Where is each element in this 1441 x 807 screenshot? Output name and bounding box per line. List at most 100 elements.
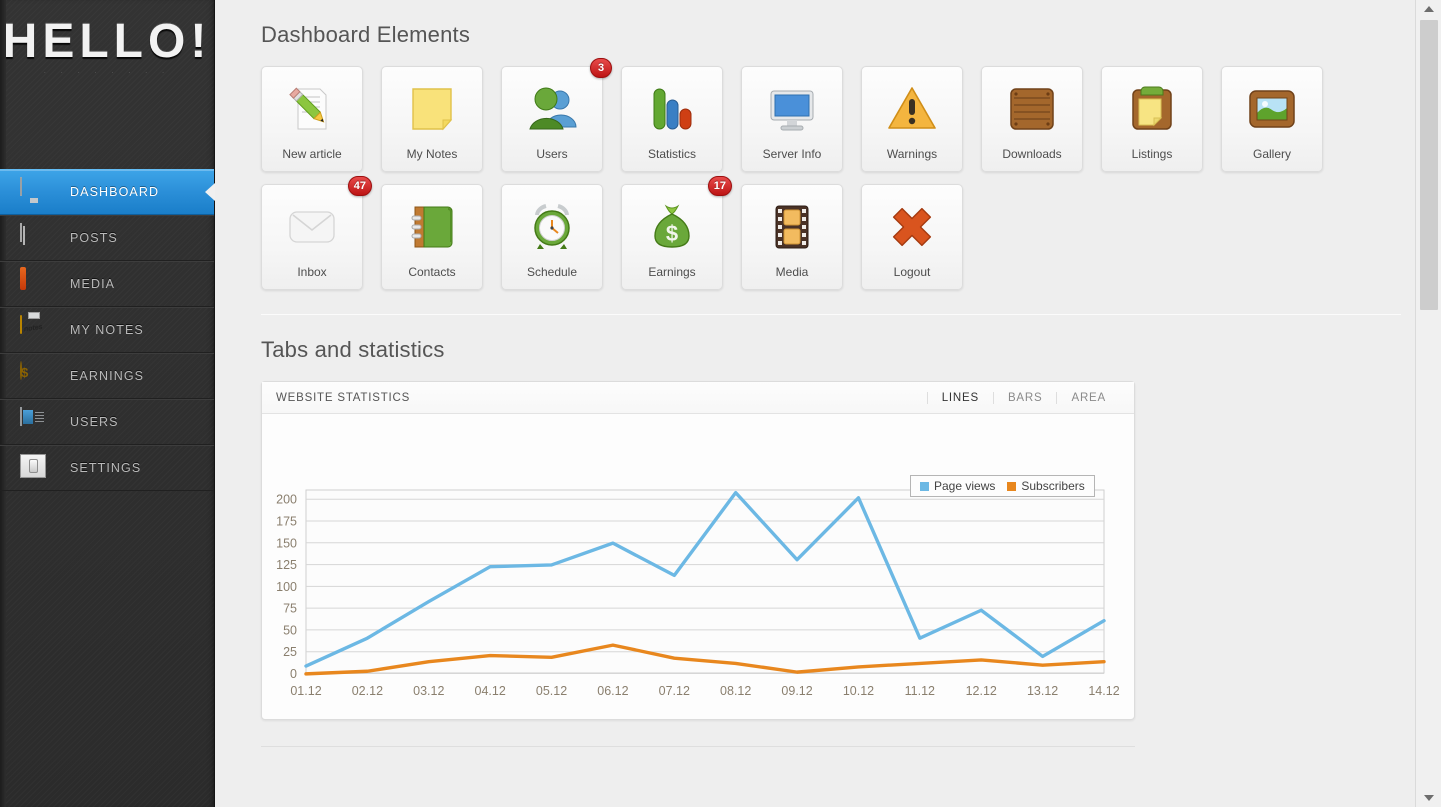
- tile-label: Statistics: [647, 147, 696, 161]
- sidebar-nav: DASHBOARD POSTS MEDIA MY NOTES: [0, 169, 215, 491]
- svg-text:11.12: 11.12: [905, 684, 935, 698]
- tile-statistics[interactable]: Statistics: [621, 66, 723, 172]
- tile-media[interactable]: Media: [741, 184, 843, 290]
- tile-earnings[interactable]: 17 $ Earnings: [621, 176, 732, 290]
- tab-lines[interactable]: LINES: [926, 391, 993, 404]
- tile-listings[interactable]: Listings: [1101, 66, 1203, 172]
- line-chart: 0 25 50 75 100 125 150 175 200 01.12 02.12 03.12 04.…: [276, 489, 1120, 698]
- tile-label: My Notes: [406, 147, 458, 161]
- tile-inbox[interactable]: 47 Inbox: [261, 176, 372, 290]
- sidebar: HELLO! · · · · · · · · DASHBOARD POSTS M…: [0, 0, 215, 807]
- svg-text:05.12: 05.12: [536, 684, 567, 698]
- landscape-frame-icon: [1244, 81, 1300, 137]
- active-pointer-icon: [205, 183, 215, 201]
- logo-subtitle: · · · · · · · ·: [43, 68, 171, 77]
- sidebar-item-earnings[interactable]: EARNINGS: [0, 353, 214, 399]
- tile-logout[interactable]: Logout: [861, 184, 963, 290]
- tile-new-article[interactable]: New article: [261, 66, 363, 172]
- tile-label: Earnings: [648, 265, 696, 279]
- tile-label: Server Info: [762, 147, 822, 161]
- envelope-icon: [284, 199, 340, 255]
- tile-label: Warnings: [886, 147, 938, 161]
- tile-label: Schedule: [526, 265, 578, 279]
- legend-label: Subscribers: [1021, 479, 1085, 493]
- sidebar-item-label: DASHBOARD: [70, 185, 160, 199]
- website-statistics-panel: WEBSITE STATISTICS LINES BARS AREA 0 25 50…: [261, 381, 1135, 720]
- svg-text:200: 200: [276, 493, 297, 507]
- svg-text:150: 150: [276, 536, 297, 550]
- sidebar-item-media[interactable]: MEDIA: [0, 261, 214, 307]
- warning-triangle-icon: [884, 81, 940, 137]
- vertical-scrollbar[interactable]: [1415, 0, 1441, 807]
- svg-text:75: 75: [283, 602, 297, 616]
- red-x-icon: [884, 199, 940, 255]
- badge-count: 17: [707, 176, 732, 196]
- panel-title: WEBSITE STATISTICS: [276, 391, 411, 404]
- tile-label: Inbox: [297, 265, 327, 279]
- film-strip-icon: [764, 199, 820, 255]
- svg-text:06.12: 06.12: [597, 684, 628, 698]
- chevron-down-icon[interactable]: [1416, 789, 1441, 807]
- tile-my-notes[interactable]: My Notes: [381, 66, 483, 172]
- tile-label: Contacts: [408, 265, 456, 279]
- sidebar-item-label: POSTS: [70, 231, 118, 245]
- tile-label: Media: [775, 265, 809, 279]
- svg-text:125: 125: [276, 558, 297, 572]
- legend-label: Page views: [934, 479, 996, 493]
- svg-text:01.12: 01.12: [290, 684, 321, 698]
- money-bag-icon: $: [644, 199, 700, 255]
- sidebar-item-my-notes[interactable]: MY NOTES: [0, 307, 214, 353]
- tile-downloads[interactable]: Downloads: [981, 66, 1083, 172]
- tile-warnings[interactable]: Warnings: [861, 66, 963, 172]
- svg-text:04.12: 04.12: [475, 684, 506, 698]
- tile-contacts[interactable]: Contacts: [381, 184, 483, 290]
- tab-area[interactable]: AREA: [1056, 391, 1120, 404]
- clipboard-icon: [1124, 81, 1180, 137]
- svg-text:08.12: 08.12: [720, 684, 751, 698]
- bar-chart-icon: [644, 81, 700, 137]
- sidebar-item-settings[interactable]: SETTINGS: [0, 445, 214, 491]
- section-divider: [261, 314, 1401, 315]
- svg-text:03.12: 03.12: [413, 684, 444, 698]
- chart-legend: Page views Subscribers: [910, 475, 1095, 497]
- tile-users[interactable]: 3 Users: [501, 58, 612, 172]
- tile-label: Users: [536, 147, 568, 161]
- wooden-crate-icon: [1004, 81, 1060, 137]
- legend-swatch: [1007, 481, 1017, 491]
- scrollbar-thumb[interactable]: [1420, 20, 1438, 310]
- tile-schedule[interactable]: Schedule: [501, 184, 603, 290]
- tile-label: New article: [282, 147, 342, 161]
- tile-server-info[interactable]: Server Info: [741, 66, 843, 172]
- address-book-icon: [404, 199, 460, 255]
- svg-text:10.12: 10.12: [843, 684, 874, 698]
- yellow-note-icon: [404, 81, 460, 137]
- tile-gallery[interactable]: Gallery: [1221, 66, 1323, 172]
- tab-bars[interactable]: BARS: [992, 391, 1057, 404]
- svg-text:13.12: 13.12: [1027, 684, 1058, 698]
- svg-text:14.12: 14.12: [1088, 684, 1119, 698]
- app-logo: HELLO!: [2, 15, 212, 68]
- stats-section-title: Tabs and statistics: [261, 337, 445, 362]
- bottom-divider: [261, 746, 1135, 747]
- sidebar-item-users[interactable]: USERS: [0, 399, 214, 445]
- alarm-clock-icon: [524, 199, 580, 255]
- svg-text:02.12: 02.12: [352, 684, 383, 698]
- legend-item-subscribers: Subscribers: [1007, 479, 1085, 493]
- sidebar-item-dashboard[interactable]: DASHBOARD: [0, 169, 215, 215]
- tile-label: Logout: [893, 265, 931, 279]
- tile-label: Downloads: [1002, 147, 1062, 161]
- svg-text:07.12: 07.12: [659, 684, 690, 698]
- panel-header: WEBSITE STATISTICS LINES BARS AREA: [262, 382, 1134, 414]
- app-root: HELLO! · · · · · · · · DASHBOARD POSTS M…: [0, 0, 1441, 807]
- chart-type-tabs: LINES BARS AREA: [926, 391, 1120, 404]
- switch-panel-icon: [20, 454, 48, 482]
- chevron-up-icon[interactable]: [1416, 0, 1441, 18]
- monitor-icon: [20, 177, 48, 206]
- legend-item-page-views: Page views: [920, 479, 995, 493]
- sidebar-item-posts[interactable]: POSTS: [0, 215, 214, 261]
- two-people-icon: [524, 81, 580, 137]
- svg-text:0: 0: [290, 667, 297, 681]
- tile-label: Gallery: [1252, 147, 1291, 161]
- svg-text:09.12: 09.12: [781, 684, 812, 698]
- badge-count: 3: [590, 58, 612, 78]
